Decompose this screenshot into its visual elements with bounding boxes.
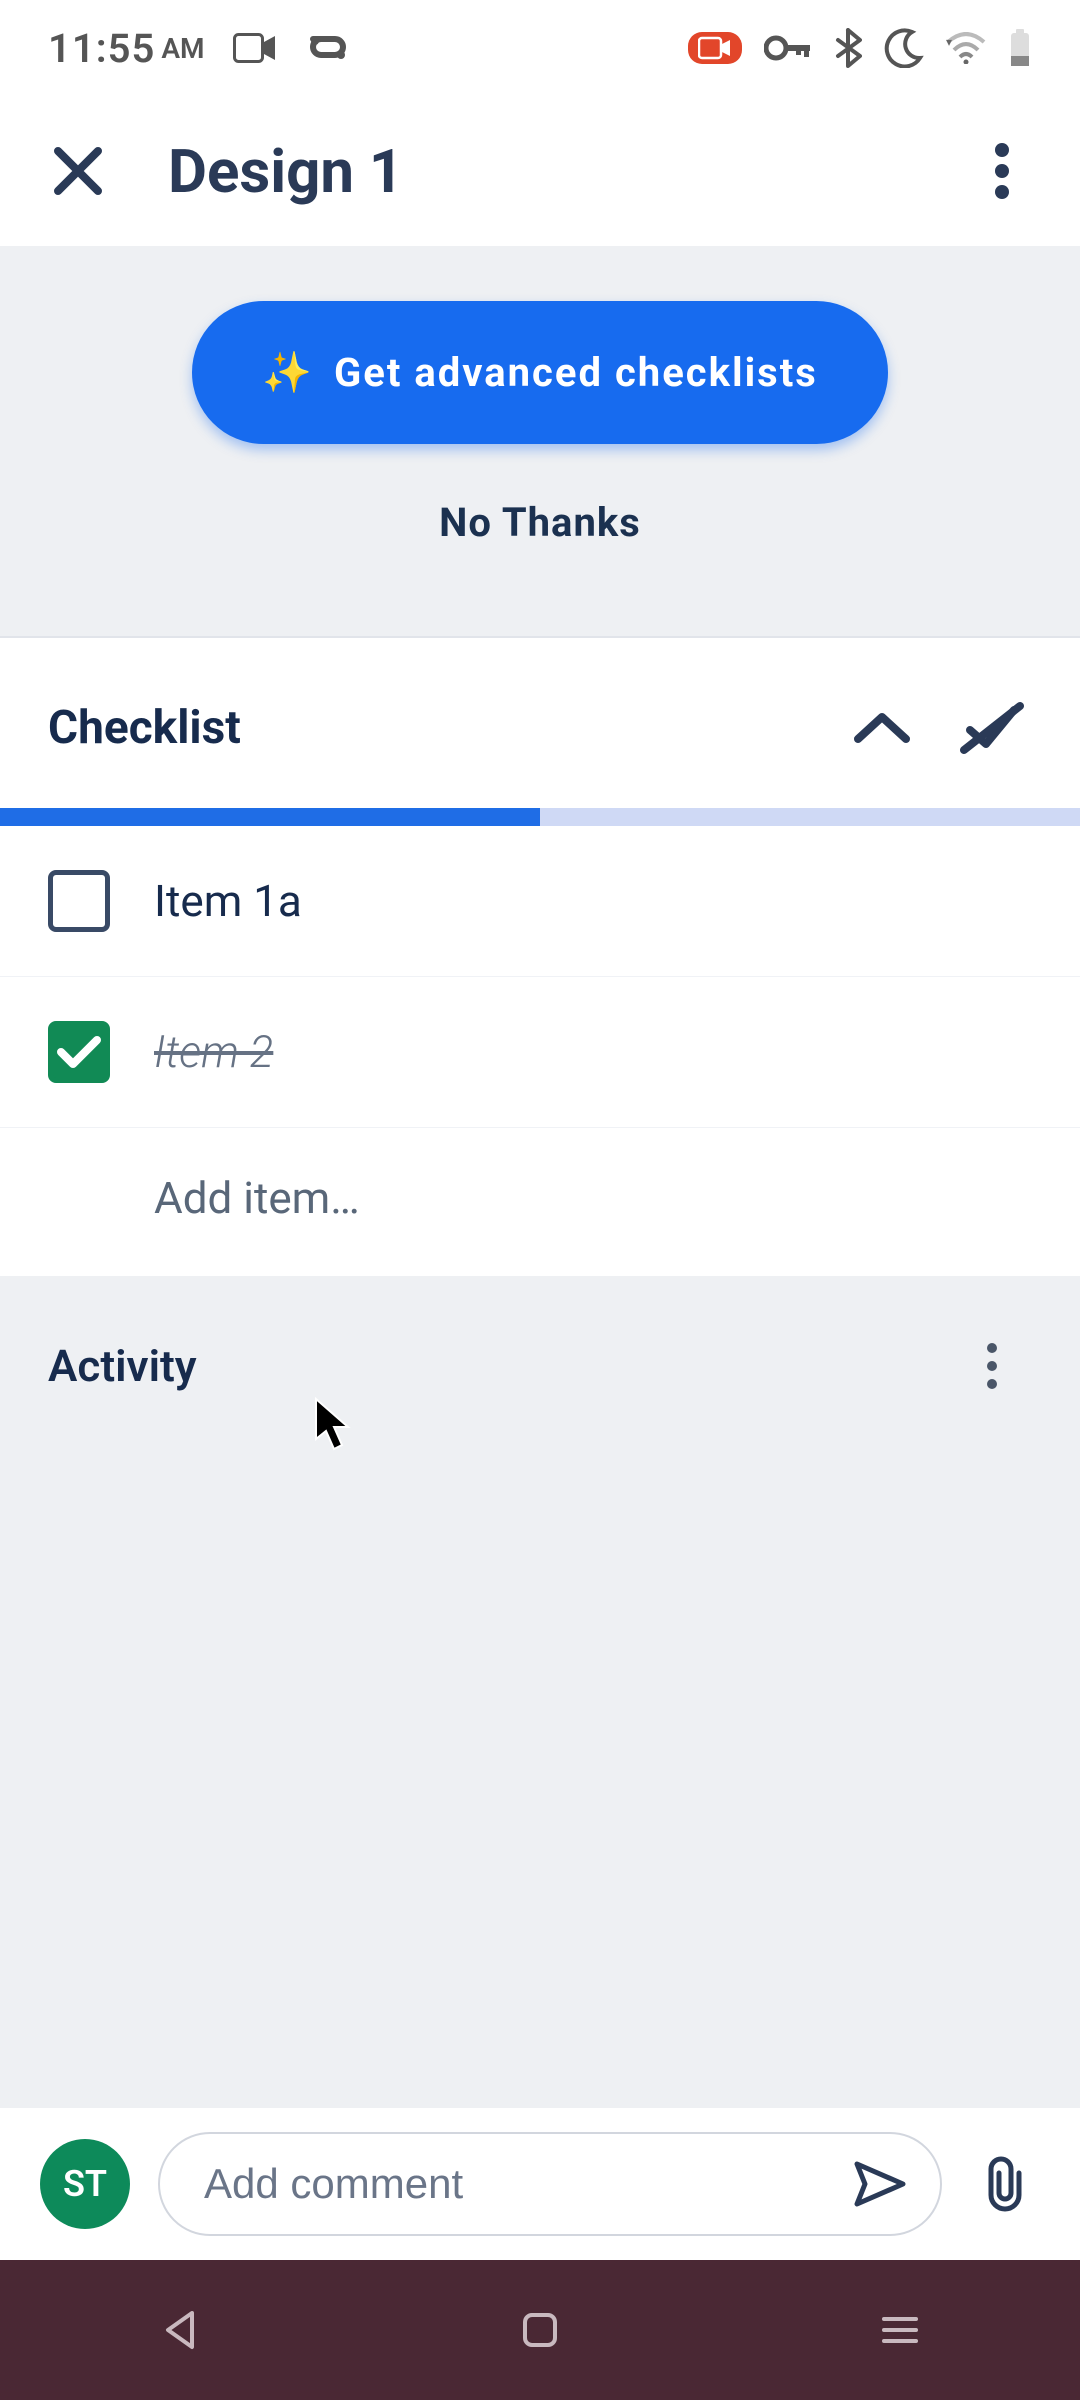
hide-checked-icon [960, 700, 1024, 756]
status-bar: 11:55 AM ▾ [0, 0, 1080, 96]
add-checklist-item[interactable]: Add item… [0, 1128, 1080, 1276]
checklist-progress [0, 808, 1080, 826]
comment-bar: ST [0, 2108, 1080, 2260]
svg-text:▾: ▾ [946, 35, 952, 49]
close-icon [52, 145, 104, 197]
camera-icon [233, 33, 277, 63]
status-ampm: AM [161, 32, 204, 65]
status-left: 11:55 AM [48, 25, 351, 72]
status-time: 11:55 [48, 25, 155, 72]
collapse-checklist-button[interactable] [842, 688, 922, 768]
more-vertical-icon [995, 143, 1009, 199]
card-header: Design 1 [0, 96, 1080, 246]
activity-section: Activity [0, 1276, 1080, 1456]
nav-back-button[interactable] [140, 2290, 220, 2370]
status-right: ▾ [688, 28, 1032, 68]
user-avatar[interactable]: ST [40, 2139, 130, 2229]
card-overflow-button[interactable] [972, 141, 1032, 201]
checklist-item-label: Item 2 [154, 1026, 273, 1078]
checklist-progress-fill [0, 808, 540, 826]
bluetooth-icon [834, 28, 862, 68]
chevron-up-icon [852, 709, 912, 747]
check-icon [57, 1034, 101, 1070]
activity-title: Activity [48, 1340, 952, 1392]
nav-home-button[interactable] [500, 2290, 580, 2370]
hide-checked-button[interactable] [952, 688, 1032, 768]
card-title: Design 1 [168, 136, 912, 207]
nav-home-icon [521, 2311, 559, 2349]
nav-back-icon [162, 2309, 198, 2351]
checkbox-checked[interactable] [48, 1021, 110, 1083]
record-badge-icon [688, 32, 742, 64]
system-nav-bar [0, 2260, 1080, 2400]
nav-recent-icon [880, 2314, 920, 2346]
sparkle-icon: ✨ [262, 349, 314, 396]
checklist-item[interactable]: Item 2 [0, 977, 1080, 1128]
send-button[interactable] [850, 2154, 910, 2214]
checklist-title: Checklist [48, 701, 812, 755]
no-thanks-button[interactable]: No Thanks [439, 499, 641, 546]
send-icon [853, 2160, 907, 2208]
paperclip-icon [979, 2155, 1031, 2213]
wifi-icon: ▾ [946, 32, 986, 64]
promo-section: ✨ Get advanced checklists No Thanks [0, 246, 1080, 636]
close-button[interactable] [48, 141, 108, 201]
battery-icon [1008, 28, 1032, 68]
comment-input-wrap [158, 2132, 942, 2236]
checklist-header: Checklist [0, 638, 1080, 808]
promo-cta-label: Get advanced checklists [334, 349, 818, 396]
nav-recent-button[interactable] [860, 2290, 940, 2370]
comment-input[interactable] [204, 2160, 830, 2208]
checklist-item[interactable]: Item 1a [0, 826, 1080, 977]
checklist-item-label: Item 1a [154, 875, 302, 927]
vpn-key-icon [764, 34, 812, 62]
dnd-moon-icon [884, 28, 924, 68]
get-advanced-checklists-button[interactable]: ✨ Get advanced checklists [192, 301, 888, 444]
checklist-section: Checklist Item 1a Item 2 Add item… [0, 636, 1080, 1276]
activity-header: Activity [0, 1276, 1080, 1456]
more-vertical-icon [986, 1342, 998, 1390]
activity-overflow-button[interactable] [952, 1326, 1032, 1406]
connection-icon [305, 31, 351, 65]
attach-button[interactable] [970, 2149, 1040, 2219]
checkbox-unchecked[interactable] [48, 870, 110, 932]
